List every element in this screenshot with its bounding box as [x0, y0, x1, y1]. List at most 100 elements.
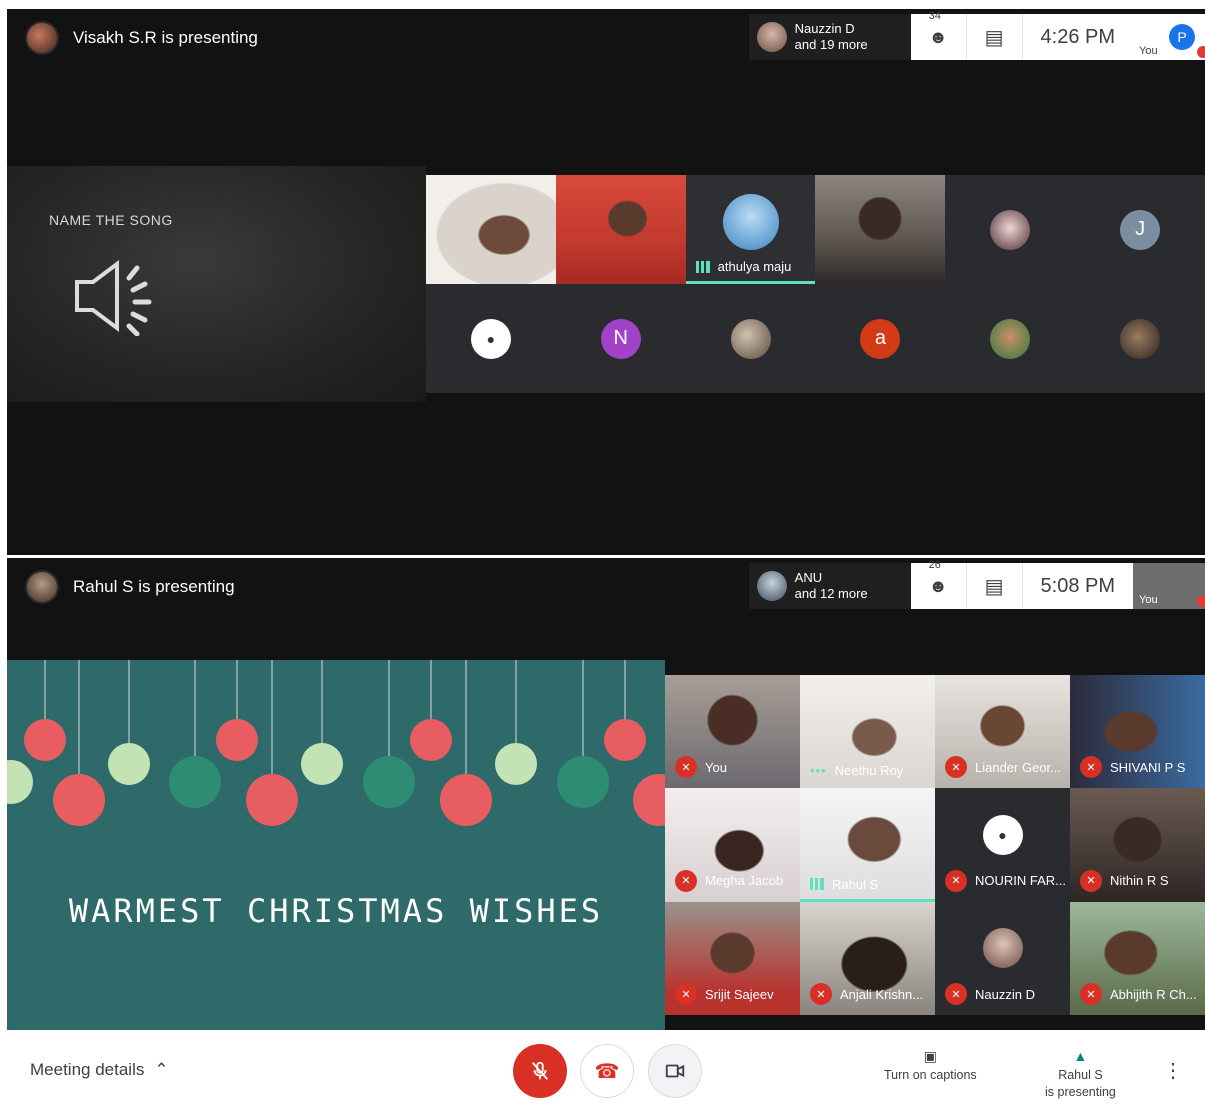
participant-tile-active[interactable]: Rahul S: [800, 788, 935, 902]
mic-off-icon: ✕: [945, 756, 967, 779]
participant-avatar: [722, 193, 779, 250]
participant-tile[interactable]: [1075, 284, 1205, 393]
presenter-avatar: [25, 21, 59, 55]
pinned-avatar: [756, 571, 787, 601]
self-view[interactable]: You: [1133, 563, 1205, 609]
participant-avatar: [1120, 318, 1161, 359]
participant-tile[interactable]: ✕ Nithin R S: [1070, 788, 1205, 902]
participant-avatar: [982, 928, 1023, 969]
mic-off-icon: ✕: [945, 869, 967, 892]
pinned-name: ANU: [794, 570, 823, 585]
participant-tile[interactable]: ● ✕ NOURIN FAR...: [935, 788, 1070, 902]
participant-tile[interactable]: N: [556, 284, 686, 393]
slide-text: WARMEST CHRISTMAS WISHES: [68, 892, 604, 930]
meeting-screenshot-2: Rahul S is presenting ANU and 12 more ☻ …: [7, 558, 1205, 1030]
presenter-banner: Rahul S is presenting: [25, 570, 235, 604]
participant-initial: a: [860, 318, 901, 359]
participant-tile[interactable]: ✕ Anjali Krishn...: [800, 901, 935, 1015]
self-view[interactable]: You P: [1133, 14, 1205, 60]
mic-off-icon: ✕: [675, 983, 697, 1005]
people-icon: ☻: [928, 575, 948, 596]
presentation-slide: NAME THE SONG: [7, 166, 426, 402]
participant-grid: athulya maju J ● N a: [426, 175, 1205, 393]
captions-button[interactable]: ▣ Turn on captions: [884, 1048, 977, 1084]
pinned-participants[interactable]: Nauzzin D and 19 more: [748, 14, 911, 60]
speaker-name-tag: athulya maju: [695, 259, 791, 274]
participant-tile[interactable]: ✕ Megha Jacob: [665, 788, 800, 902]
participant-name: Srijit Sajeev: [705, 986, 774, 1002]
participant-tile[interactable]: [945, 175, 1075, 284]
participant-count: 34: [928, 10, 941, 22]
participant-tile-active[interactable]: athulya maju: [685, 175, 816, 284]
participant-tile[interactable]: [945, 284, 1075, 393]
participant-avatar: [990, 209, 1031, 250]
participant-tile[interactable]: ✕ SHIVANI P S: [1070, 675, 1205, 789]
presenting-status-button[interactable]: ▲ Rahul S is presenting: [1045, 1048, 1116, 1101]
more-options-icon[interactable]: ⋮: [1163, 1058, 1183, 1083]
speaking-dots-icon: •••: [810, 763, 827, 779]
pinned-more: and 12 more: [794, 586, 868, 601]
participant-tile[interactable]: J: [1075, 175, 1205, 284]
video-camera-icon: [665, 1064, 685, 1078]
call-controls-bar: Meeting details ⌃ ☎ ▣ Turn on captions ▲…: [0, 1030, 1205, 1104]
chat-button[interactable]: ▤: [965, 14, 1022, 60]
chat-button[interactable]: ▤: [965, 563, 1022, 609]
mic-off-icon: ✕: [810, 983, 832, 1005]
leave-call-button[interactable]: ☎: [580, 1044, 634, 1098]
mic-off-icon: [1197, 46, 1205, 58]
participant-name: Anjali Krishn...: [840, 986, 924, 1002]
participant-count: 26: [928, 559, 941, 571]
mic-off-icon: ✕: [945, 983, 967, 1005]
participant-tile[interactable]: ••• Neethu Roy: [800, 675, 935, 789]
mic-off-icon: ✕: [1080, 869, 1102, 892]
participants-button[interactable]: ☻ 34: [911, 10, 966, 60]
participant-tile[interactable]: [426, 175, 556, 284]
presenter-banner: Visakh S.R is presenting: [25, 21, 258, 55]
self-label: You: [1139, 594, 1158, 606]
participant-tile[interactable]: ●: [426, 284, 556, 393]
speaker-volume-icon: [75, 260, 152, 336]
people-icon: ☻: [928, 26, 948, 47]
participant-name: Nauzzin D: [975, 986, 1035, 1002]
presenting-label: is presenting: [1045, 1085, 1116, 1099]
presenter-text: Rahul S is presenting: [73, 577, 235, 596]
participant-avatar: [730, 318, 771, 359]
participant-tile[interactable]: ✕ Nauzzin D: [935, 901, 1070, 1015]
participant-tile[interactable]: [686, 284, 816, 393]
participant-initial: J: [1120, 209, 1161, 250]
presentation-slide: WARMEST CHRISTMAS WISHES: [7, 660, 665, 1030]
participant-name: SHIVANI P S: [1110, 759, 1186, 775]
participant-tile[interactable]: a: [815, 284, 945, 393]
mic-off-icon: [531, 1061, 549, 1080]
participants-button[interactable]: ☻ 26: [911, 559, 966, 609]
toolbar-tools: ☻ 34 ▤ 4:26 PM You P: [910, 10, 1205, 60]
participant-tile[interactable]: ✕ You: [665, 675, 800, 789]
participant-tile[interactable]: [555, 175, 686, 284]
participant-tile[interactable]: ✕ Liander Geor...: [935, 675, 1070, 789]
pinned-avatar: [756, 22, 787, 52]
meeting-details-button[interactable]: Meeting details ⌃: [30, 1060, 169, 1080]
participant-avatar: [990, 318, 1031, 359]
participant-tile[interactable]: ✕ Abhijith R Ch...: [1070, 901, 1205, 1015]
camera-toggle-button[interactable]: [648, 1044, 702, 1098]
presenting-name: Rahul S: [1058, 1068, 1103, 1082]
pinned-more: and 19 more: [794, 37, 868, 52]
microphone-toggle-button[interactable]: [513, 1044, 567, 1098]
participant-tile[interactable]: ✕ Srijit Sajeev: [665, 901, 800, 1015]
meeting-clock: 5:08 PM: [1021, 563, 1133, 609]
top-toolbar: Nauzzin D and 19 more ☻ 34 ▤ 4:26 PM You…: [748, 10, 1205, 60]
mic-off-icon: [1197, 595, 1205, 607]
mic-off-icon: ✕: [1080, 756, 1102, 779]
self-avatar: P: [1169, 24, 1195, 50]
closed-captions-icon: ▣: [923, 1048, 937, 1064]
mic-off-icon: ✕: [675, 756, 697, 779]
participant-tile[interactable]: [815, 175, 946, 284]
speaking-indicator-icon: [810, 878, 824, 891]
participant-name: Liander Geor...: [975, 759, 1061, 775]
presenter-text: Visakh S.R is presenting: [73, 28, 258, 47]
chevron-up-icon: ⌃: [154, 1060, 169, 1079]
pinned-participants[interactable]: ANU and 12 more: [748, 563, 911, 609]
speaking-indicator-icon: [695, 260, 710, 273]
chat-icon: ▤: [984, 575, 1004, 598]
participant-name: Megha Jacob: [705, 873, 784, 889]
